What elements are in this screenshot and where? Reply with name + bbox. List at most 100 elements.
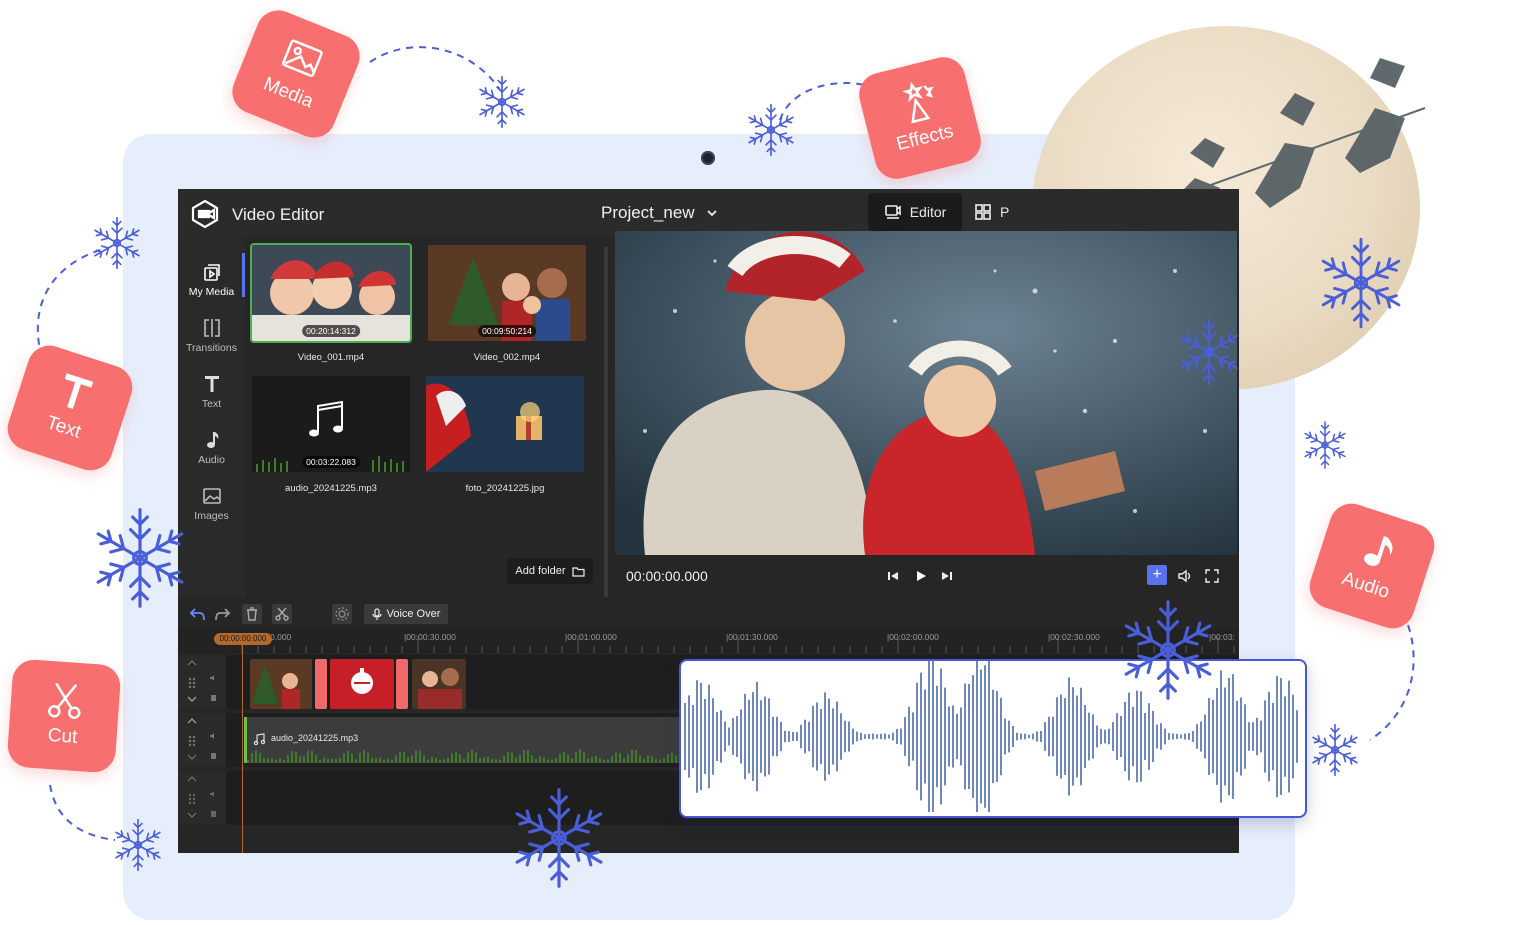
playhead-time[interactable]: 00:00:00.000 <box>214 633 272 645</box>
fullscreen-icon[interactable] <box>1204 568 1220 584</box>
media-thumb-image[interactable] <box>426 376 584 472</box>
sidebar-item-label: Audio <box>198 454 225 466</box>
track-handle-icon[interactable] <box>178 713 226 767</box>
media-scrollbar[interactable] <box>604 247 608 597</box>
editor-mode-tab[interactable]: Editor <box>868 193 962 231</box>
waveform-graphic <box>684 661 1298 816</box>
audio-icon <box>206 432 218 448</box>
voice-over-button[interactable]: Voice Over <box>364 604 448 624</box>
media-duration: 00:03:22.083 <box>302 456 360 468</box>
app-logo-icon <box>191 199 219 229</box>
cut-badge: Cut <box>6 658 122 774</box>
project-name-dropdown[interactable]: Project_new <box>601 203 719 223</box>
sidebar: My Media Transitions Text Audio Images <box>178 237 245 597</box>
media-filename: audio_20241225.mp3 <box>285 483 377 494</box>
track-handle-icon[interactable] <box>178 655 226 709</box>
split-button[interactable] <box>272 604 292 624</box>
text-icon <box>204 376 219 392</box>
undo-icon[interactable] <box>188 604 208 624</box>
track-controls <box>178 713 226 767</box>
microphone-icon <box>371 607 382 620</box>
settings-button[interactable] <box>332 604 352 624</box>
ruler-label: 0.000 <box>270 632 292 642</box>
preview-frame-image <box>615 231 1237 555</box>
sidebar-item-audio[interactable]: Audio <box>178 429 245 466</box>
play-icon[interactable] <box>913 568 929 584</box>
app-header: Video Editor Project_new Editor P <box>178 189 1239 237</box>
ruler-label: |00:02:30.000 <box>1048 632 1100 642</box>
media-thumb-video-002[interactable]: 00:09:50:214 <box>428 245 586 341</box>
scissors-icon <box>275 607 289 621</box>
ruler-label: |00:02:00.000 <box>887 632 939 642</box>
video-preview[interactable] <box>615 231 1237 555</box>
ruler-label: |00:03: <box>1209 632 1235 642</box>
audio-clip-waveform <box>247 749 685 763</box>
music-note-icon <box>1364 536 1393 566</box>
image-thumbnail <box>426 376 584 472</box>
ruler-label: |00:01:30.000 <box>726 632 778 642</box>
sidebar-item-transitions[interactable]: Transitions <box>178 317 245 354</box>
other-mode-label: P <box>1000 204 1010 220</box>
add-folder-label: Add folder <box>515 565 566 577</box>
sidebar-item-label: My Media <box>188 286 235 298</box>
media-thumb-audio[interactable]: 00:03:22.083 <box>252 376 410 472</box>
media-thumb-video-001[interactable]: 00:20:14:312 <box>250 243 412 343</box>
transition-marker[interactable] <box>396 659 408 709</box>
editor-mode-label: Editor <box>909 204 947 220</box>
media-filename: foto_20241225.jpg <box>465 483 545 494</box>
track-controls <box>178 771 226 825</box>
editor-icon <box>884 205 901 219</box>
clip-thumbnail <box>250 659 312 709</box>
project-name: Project_new <box>601 203 695 222</box>
scissors-icon <box>48 682 81 719</box>
redo-icon[interactable] <box>212 604 232 624</box>
folder-icon <box>571 566 585 577</box>
delete-button[interactable] <box>242 604 262 624</box>
chevron-down-icon <box>706 210 717 217</box>
sidebar-item-label: Images <box>194 510 229 522</box>
timeline-ruler[interactable]: 0.000 |00:00:30.000 |00:01:00.000 |00:01… <box>178 629 1239 653</box>
sidebar-item-label: Transitions <box>186 342 237 354</box>
timeline-clip-christmas[interactable] <box>330 659 394 709</box>
track-controls <box>178 655 226 709</box>
step-forward-icon[interactable] <box>939 568 955 584</box>
other-mode-tab[interactable]: P <box>974 203 1009 221</box>
my-media-icon <box>203 264 220 281</box>
grid-icon <box>975 204 991 220</box>
sidebar-item-text[interactable]: Text <box>178 373 245 410</box>
christmas-ornament-icon <box>351 668 373 694</box>
music-note-icon <box>253 733 266 746</box>
sidebar-item-label: Text <box>201 398 222 410</box>
magic-wand-icon <box>902 81 934 124</box>
voice-over-label: Voice Over <box>386 608 441 620</box>
audio-clip-label: audio_20241225.mp3 <box>271 733 359 743</box>
cut-badge-label: Cut <box>47 724 79 748</box>
transition-marker[interactable] <box>315 659 327 709</box>
sidebar-item-images[interactable]: Images <box>178 485 245 522</box>
media-panel: 00:20:14:312 Video_001.mp4 00:09:50:214 … <box>245 237 605 597</box>
playhead-line[interactable] <box>242 645 243 853</box>
track-handle-icon[interactable] <box>178 771 226 825</box>
clip-thumbnail <box>412 659 466 709</box>
timeline-clip-video-002[interactable] <box>412 659 466 709</box>
transitions-icon <box>203 319 220 337</box>
timeline-clip-video-001[interactable] <box>250 659 312 709</box>
add-folder-button[interactable]: Add folder <box>507 558 593 584</box>
images-icon <box>202 488 221 504</box>
text-t-icon <box>64 373 94 409</box>
volume-icon[interactable] <box>1177 568 1193 584</box>
audio-waveform-zoom <box>679 659 1307 818</box>
ruler-label: |00:00:30.000 <box>404 632 456 642</box>
ruler-label: |00:01:00.000 <box>565 632 617 642</box>
trash-icon <box>247 607 257 621</box>
media-filename: Video_002.mp4 <box>473 352 541 363</box>
preview-timecode: 00:00:00.000 <box>626 568 708 584</box>
step-back-icon[interactable] <box>885 568 901 584</box>
app-title: Video Editor <box>232 205 325 224</box>
sidebar-item-my-media[interactable]: My Media <box>178 253 245 298</box>
media-duration: 00:09:50:214 <box>478 325 536 337</box>
add-to-timeline-button[interactable]: + <box>1147 565 1167 585</box>
timeline-clip-audio[interactable]: audio_20241225.mp3 <box>244 717 687 763</box>
media-filename: Video_001.mp4 <box>297 352 365 363</box>
playback-bar: 00:00:00.000 + <box>615 559 1237 595</box>
